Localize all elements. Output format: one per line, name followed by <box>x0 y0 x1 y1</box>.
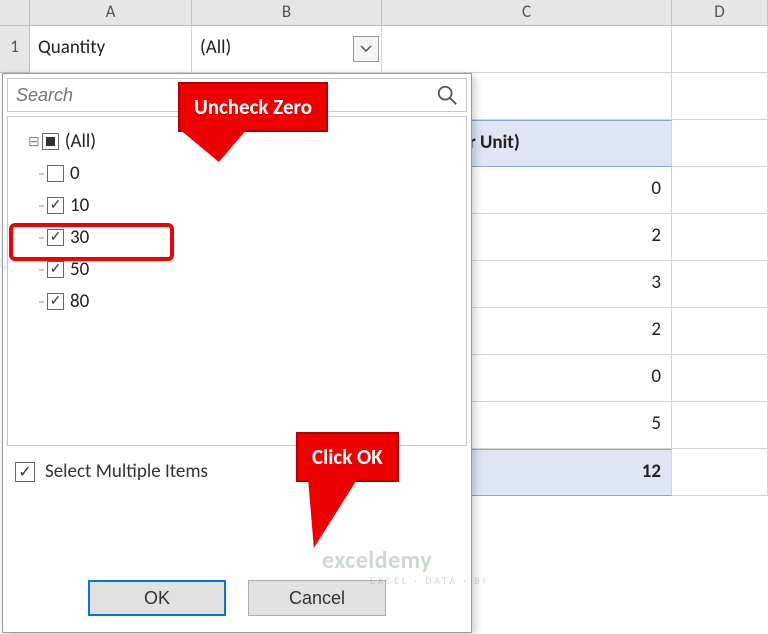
checkbox-all[interactable] <box>42 133 59 150</box>
col-header-b[interactable]: B <box>192 0 382 25</box>
row-header-col: 1 <box>0 26 30 73</box>
filter-item-0[interactable]: – 0 <box>38 157 460 189</box>
filter-value-text: (All) <box>200 36 231 59</box>
filter-item-10[interactable]: – 10 <box>38 189 460 221</box>
tree-collapse-icon: ⊟ <box>28 133 40 150</box>
cell-d1[interactable] <box>672 26 768 73</box>
filter-dropdown-panel: ⊟ (All) – 0 – 10 – 30 – 50 – 80 <box>2 73 472 633</box>
cell-d9[interactable] <box>672 402 768 449</box>
tree-branch-icon: – <box>38 261 45 278</box>
cell-d3[interactable] <box>672 120 768 167</box>
cell-d8[interactable] <box>672 355 768 402</box>
col-header-d[interactable]: D <box>672 0 768 25</box>
tree-branch-icon: – <box>38 197 45 214</box>
ok-button[interactable]: OK <box>88 580 226 616</box>
cell-d4[interactable] <box>672 167 768 214</box>
cell-d2[interactable] <box>672 73 768 120</box>
cell-d7[interactable] <box>672 308 768 355</box>
filter-item-label: 30 <box>70 226 89 249</box>
callout-uncheck-zero: Uncheck Zero <box>178 82 328 132</box>
tree-branch-icon: – <box>38 165 45 182</box>
filter-item-30[interactable]: – 30 <box>38 221 460 253</box>
cell-d10[interactable] <box>672 449 768 496</box>
checkbox-0[interactable] <box>47 165 64 182</box>
filter-item-tree[interactable]: ⊟ (All) – 0 – 10 – 30 – 50 – 80 <box>7 116 467 446</box>
filter-item-label: 0 <box>70 162 80 185</box>
dialog-button-row: OK Cancel <box>3 572 471 624</box>
filter-item-50[interactable]: – 50 <box>38 253 460 285</box>
select-multiple-label: Select Multiple Items <box>45 460 208 483</box>
checkbox-10[interactable] <box>47 197 64 214</box>
cell-d5[interactable] <box>672 214 768 261</box>
filter-item-80[interactable]: – 80 <box>38 285 460 317</box>
checkbox-30[interactable] <box>47 229 64 246</box>
select-all-corner[interactable] <box>0 0 30 25</box>
filter-item-label: (All) <box>65 130 96 153</box>
row-header-1[interactable]: 1 <box>0 26 30 73</box>
search-icon <box>436 84 458 106</box>
cell-d6[interactable] <box>672 261 768 308</box>
filter-dropdown-button[interactable] <box>353 36 379 62</box>
cancel-button[interactable]: Cancel <box>248 580 386 616</box>
filter-item-label: 80 <box>70 290 89 313</box>
filter-field-value[interactable]: (All) <box>192 26 382 73</box>
checkbox-50[interactable] <box>47 261 64 278</box>
tree-branch-icon: – <box>38 229 45 246</box>
column-header-row: A B C D <box>0 0 768 26</box>
filter-item-label: 10 <box>70 194 89 217</box>
col-header-a[interactable]: A <box>30 0 192 25</box>
filter-field-label[interactable]: Quantity <box>30 26 192 73</box>
callout-click-ok: Click OK <box>296 432 399 482</box>
filter-item-label: 50 <box>70 258 89 281</box>
col-header-c[interactable]: C <box>382 0 672 25</box>
checkbox-80[interactable] <box>47 293 64 310</box>
checkbox-select-multiple[interactable] <box>15 462 35 482</box>
tree-branch-icon: – <box>38 293 45 310</box>
cell-c1[interactable] <box>382 26 672 73</box>
chevron-down-icon <box>360 45 372 53</box>
